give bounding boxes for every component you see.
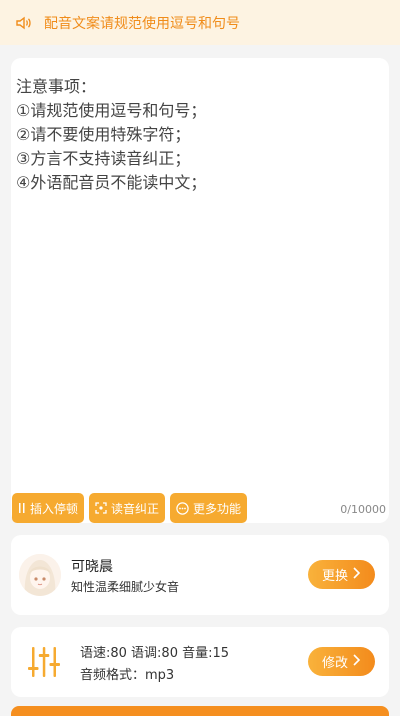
bottom-action-bar[interactable] [11,706,389,716]
insert-pause-label: 插入停顿 [30,501,79,516]
editor-content[interactable]: 注意事项： ①请规范使用逗号和句号； ②请不要使用特殊字符； ③方言不支持读音纠… [16,75,381,195]
chevron-right-icon [352,653,361,670]
audio-format: 音频格式：mp3 [80,668,175,683]
pronunciation-correct-label: 读音纠正 [111,501,160,516]
audio-params-card: 语速:80 语调:80 音量:15 音频格式：mp3 修改 [11,627,389,697]
mixer-icon [27,645,61,679]
edit-params-button[interactable]: 修改 [308,647,375,676]
edit-params-label: 修改 [321,656,348,671]
change-voice-label: 更换 [321,569,348,584]
script-editor[interactable]: 注意事项： ①请规范使用逗号和句号； ②请不要使用特殊字符； ③方言不支持读音纠… [11,58,389,523]
voice-name: 可晓晨 [71,559,113,575]
more-icon [176,501,189,515]
more-features-label: 更多功能 [193,501,242,516]
insert-pause-button[interactable]: 插入停顿 [12,493,85,523]
change-voice-button[interactable]: 更换 [308,560,375,589]
speech-settings: 语速:80 语调:80 音量:15 [80,646,230,661]
avatar [19,554,61,596]
correct-icon [95,502,107,514]
notice-text: 配音文案请规范使用逗号和句号 [44,15,240,32]
character-counter: 0/10000 [340,503,386,516]
chevron-right-icon [352,566,361,583]
pronunciation-correct-button[interactable]: 读音纠正 [89,493,166,523]
more-features-button[interactable]: 更多功能 [170,493,248,523]
pause-icon [18,502,26,514]
voice-description: 知性温柔细腻少女音 [71,580,180,594]
notice-bar: 配音文案请规范使用逗号和句号 [0,0,400,45]
editor-toolbar: 插入停顿 读音纠正 更多功能 [12,493,248,523]
speaker-icon [14,14,32,32]
voice-card: 可晓晨 知性温柔细腻少女音 更换 [11,535,389,615]
